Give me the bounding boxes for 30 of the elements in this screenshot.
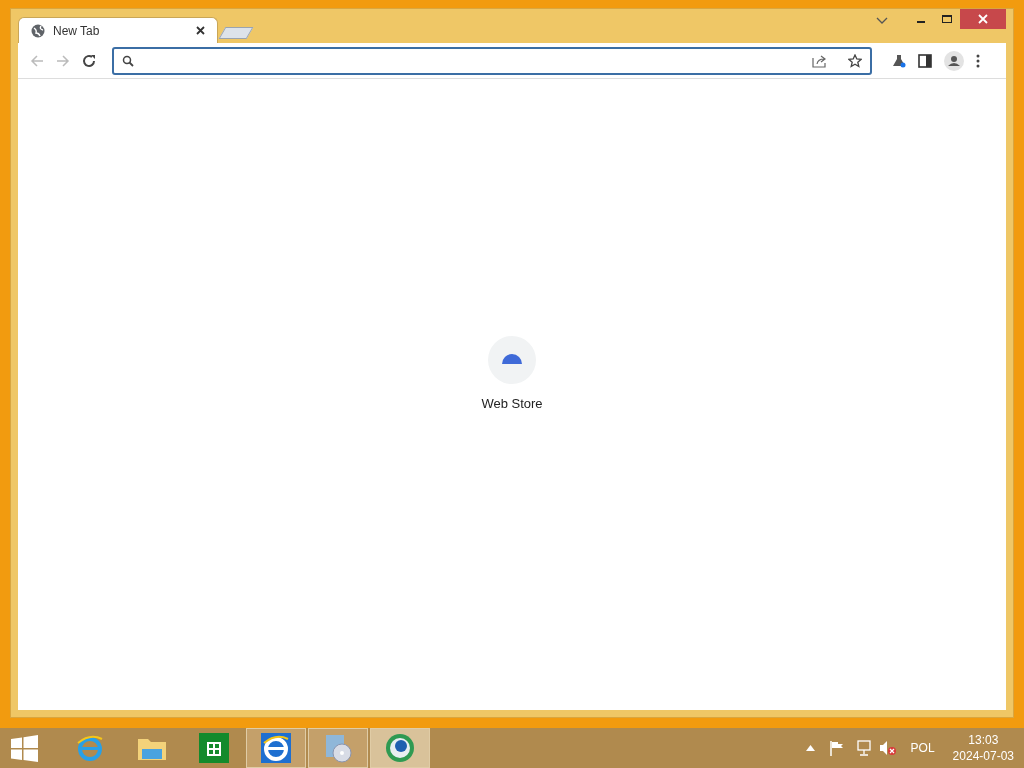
reload-icon[interactable] <box>82 53 96 68</box>
search-icon <box>122 54 134 67</box>
clock-date: 2024-07-03 <box>952 748 1014 764</box>
close-icon <box>978 14 988 24</box>
share-icon[interactable] <box>812 53 828 68</box>
show-hidden-icons-icon[interactable] <box>805 745 815 751</box>
flag-icon[interactable] <box>828 740 845 756</box>
web-store-icon <box>488 335 536 384</box>
browser-e-icon <box>261 733 291 763</box>
network-monitor-icon[interactable] <box>854 740 871 756</box>
browser-tab[interactable]: New Tab <box>18 17 218 43</box>
star-icon[interactable] <box>848 53 862 68</box>
tab-title: New Tab <box>53 22 101 40</box>
profile-avatar-icon[interactable] <box>944 50 964 71</box>
browser-e-icon <box>75 733 105 763</box>
menu-dots-icon[interactable] <box>976 53 980 68</box>
windows-logo-icon[interactable] <box>11 734 38 762</box>
shortcut-label: Web Store <box>481 394 543 413</box>
side-panel-icon[interactable] <box>918 53 932 68</box>
taskbar-app[interactable] <box>370 728 430 768</box>
shortcut-tile[interactable]: Web Store <box>481 335 543 414</box>
close-button[interactable] <box>960 9 1006 29</box>
store-bag-icon <box>199 733 229 763</box>
clock-time: 13:03 <box>968 732 999 748</box>
address-bar[interactable] <box>112 46 872 75</box>
speaker-muted-icon[interactable] <box>878 740 897 756</box>
chevron-down-icon[interactable] <box>876 17 888 25</box>
flask-icon[interactable] <box>892 53 906 68</box>
close-icon[interactable] <box>196 26 205 35</box>
taskbar-app[interactable] <box>246 728 306 768</box>
